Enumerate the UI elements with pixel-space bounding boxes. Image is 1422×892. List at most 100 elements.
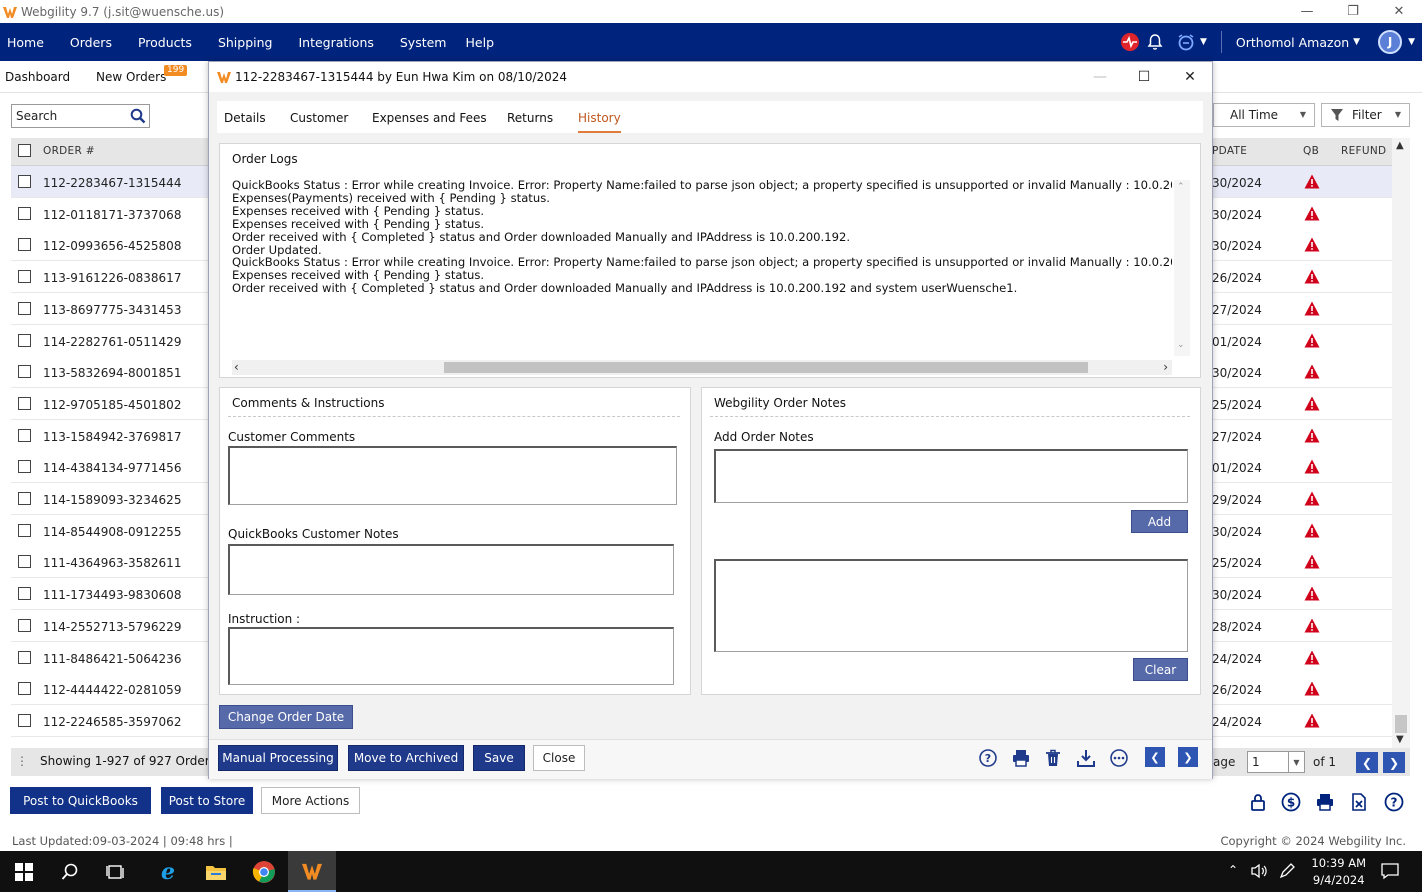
dollar-icon[interactable]: $ (1281, 792, 1301, 812)
move-to-archived-button[interactable]: Move to Archived (348, 745, 464, 771)
warning-icon[interactable] (1304, 269, 1320, 284)
help-icon[interactable]: ? (978, 748, 998, 768)
tab-dashboard[interactable]: Dashboard (5, 70, 70, 84)
tab-new-orders[interactable]: New Orders 199 (96, 65, 188, 84)
header-order[interactable]: ORDER # (43, 145, 95, 157)
warning-icon[interactable] (1304, 364, 1320, 379)
more-actions-button[interactable]: More Actions (261, 787, 360, 814)
minimize-button[interactable]: — (1284, 0, 1330, 23)
date-range-select[interactable]: All Time ▼ (1213, 103, 1315, 127)
order-number[interactable]: 114-2282761-0511429 (43, 335, 181, 349)
header-qb[interactable]: QB (1303, 145, 1319, 157)
warning-icon[interactable] (1304, 523, 1320, 538)
row-checkbox[interactable] (18, 238, 31, 252)
order-number[interactable]: 114-4384134-9771456 (43, 461, 181, 475)
logs-scroll-thumb[interactable] (444, 362, 1088, 373)
post-to-store-button[interactable]: Post to Store (161, 787, 253, 814)
tab-history[interactable]: History (578, 111, 621, 133)
add-note-button[interactable]: Add (1131, 510, 1188, 533)
change-order-date-button[interactable]: Change Order Date (219, 705, 353, 729)
dialog-minimize-button[interactable]: — (1085, 64, 1115, 90)
close-button[interactable]: Close (533, 745, 585, 771)
order-number[interactable]: 112-0118171-3737068 (43, 208, 181, 222)
scroll-up-icon[interactable]: ▲ (1396, 140, 1404, 151)
instruction-field[interactable] (228, 627, 674, 685)
bell-icon[interactable] (1146, 33, 1164, 51)
search-box[interactable] (11, 104, 150, 128)
more-options-icon[interactable] (1109, 748, 1129, 768)
menu-help[interactable]: Help (466, 35, 495, 50)
logs-horizontal-scrollbar[interactable]: ‹ › (232, 360, 1172, 375)
search-input[interactable] (16, 109, 126, 123)
row-checkbox[interactable] (18, 333, 31, 347)
prev-page-button[interactable]: ❮ (1356, 752, 1378, 773)
list-scrollbar[interactable]: ▲ ▼ (1392, 138, 1410, 748)
warning-icon[interactable] (1304, 301, 1320, 316)
order-number[interactable]: 113-9161226-0838617 (43, 271, 181, 285)
row-checkbox[interactable] (18, 618, 31, 632)
tab-customer[interactable]: Customer (290, 111, 348, 125)
menu-home[interactable]: Home (7, 35, 44, 50)
warning-icon[interactable] (1304, 491, 1320, 506)
chrome-icon[interactable] (240, 851, 288, 892)
order-number[interactable]: 114-2552713-5796229 (43, 620, 181, 634)
avatar-chevron-down-icon[interactable]: ▼ (1408, 37, 1415, 47)
order-number[interactable]: 114-8544908-0912255 (43, 525, 181, 539)
row-checkbox[interactable] (18, 206, 31, 220)
export-file-icon[interactable] (1349, 792, 1369, 812)
row-checkbox[interactable] (18, 713, 31, 727)
qb-customer-notes-field[interactable] (228, 544, 674, 595)
row-checkbox[interactable] (18, 270, 31, 284)
order-number[interactable]: 112-9705185-4501802 (43, 398, 181, 412)
scroll-left-icon[interactable]: ‹ (234, 360, 239, 374)
warning-icon[interactable] (1304, 459, 1320, 474)
order-number[interactable]: 113-1584942-3769817 (43, 430, 181, 444)
next-page-button[interactable]: ❯ (1383, 752, 1405, 773)
order-number[interactable]: 112-4444422-0281059 (43, 683, 181, 697)
order-number[interactable]: 111-1734493-9830608 (43, 588, 181, 602)
trash-icon[interactable] (1043, 748, 1063, 768)
customer-comments-field[interactable] (228, 446, 677, 505)
warning-icon[interactable] (1304, 206, 1320, 221)
row-checkbox[interactable] (18, 587, 31, 601)
filter-button[interactable]: Filter ▼ (1321, 103, 1410, 127)
pen-icon[interactable] (1278, 862, 1296, 880)
tab-returns[interactable]: Returns (507, 111, 553, 125)
post-to-quickbooks-button[interactable]: Post to QuickBooks (10, 787, 151, 814)
row-checkbox[interactable] (18, 428, 31, 442)
dialog-close-button[interactable]: ✕ (1175, 64, 1205, 90)
menu-shipping[interactable]: Shipping (218, 35, 273, 50)
lock-icon[interactable] (1248, 792, 1268, 812)
scroll-up-icon[interactable]: ⌃ (1177, 182, 1185, 192)
drag-handle-icon[interactable]: ⋮ (16, 754, 28, 768)
order-number[interactable]: 111-4364963-3582611 (43, 556, 181, 570)
activity-pulse-icon[interactable] (1120, 32, 1140, 52)
header-refund[interactable]: REFUND (1341, 145, 1386, 157)
webgility-taskbar-icon[interactable] (288, 851, 336, 892)
select-all-checkbox[interactable] (18, 144, 31, 157)
task-view-icon[interactable] (92, 851, 140, 892)
logs-vertical-scrollbar[interactable]: ⌃ ⌄ (1174, 180, 1190, 356)
clear-notes-button[interactable]: Clear (1133, 658, 1188, 681)
manual-processing-button[interactable]: Manual Processing (218, 745, 338, 771)
notification-center-icon[interactable] (1380, 862, 1400, 880)
warning-icon[interactable] (1304, 713, 1320, 728)
add-order-notes-field[interactable] (714, 449, 1188, 503)
order-number[interactable]: 114-1589093-3234625 (43, 493, 181, 507)
warning-icon[interactable] (1304, 333, 1320, 348)
prev-order-button[interactable]: ❮ (1145, 747, 1165, 767)
row-checkbox[interactable] (18, 650, 31, 664)
taskbar-search-icon[interactable] (46, 851, 94, 892)
internet-explorer-icon[interactable]: e (144, 851, 192, 892)
row-checkbox[interactable] (18, 301, 31, 315)
save-button[interactable]: Save (473, 745, 525, 771)
restore-button[interactable]: ❐ (1330, 0, 1376, 23)
chevron-down-icon[interactable]: ▼ (1288, 752, 1304, 772)
menu-integrations[interactable]: Integrations (298, 35, 373, 50)
menu-system[interactable]: System (400, 35, 447, 50)
row-checkbox[interactable] (18, 555, 31, 569)
order-logs-text[interactable]: QuickBooks Status : Error while creating… (232, 179, 1172, 359)
search-icon[interactable] (130, 108, 146, 124)
order-number[interactable]: 113-8697775-3431453 (43, 303, 181, 317)
alarm-clock-icon[interactable] (1176, 32, 1196, 52)
